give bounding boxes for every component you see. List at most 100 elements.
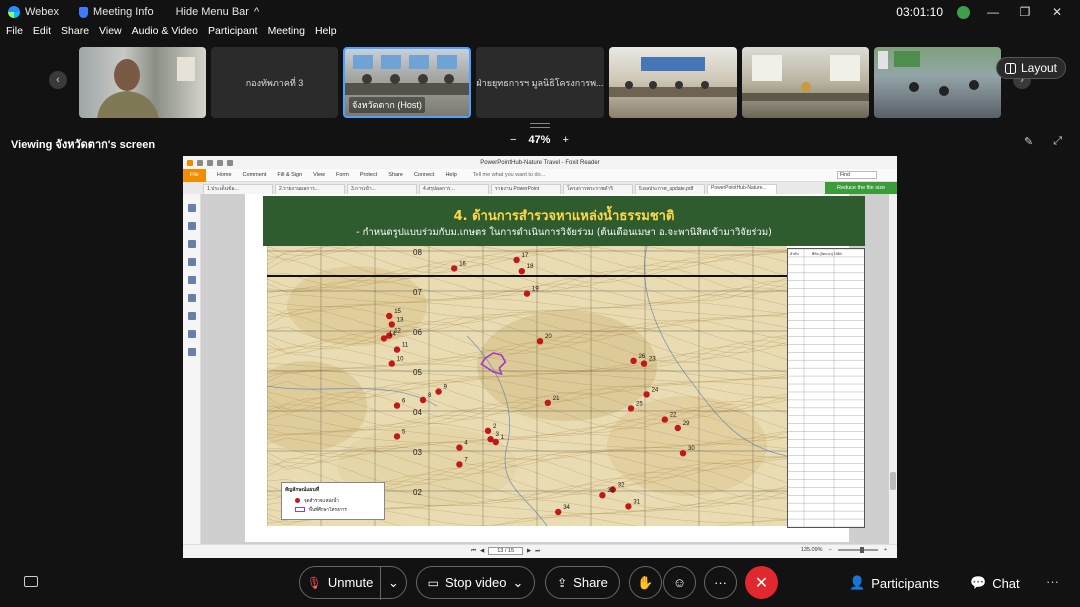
hide-menu-bar-button[interactable]: Hide Menu Bar ^ (176, 6, 260, 18)
survey-point (456, 444, 463, 451)
reactions-button[interactable]: ☺ (663, 566, 696, 599)
layout-icon (1004, 62, 1016, 74)
menu-meeting[interactable]: Meeting (268, 25, 305, 43)
unmute-button[interactable]: 🎙 Unmute ⌄ (299, 566, 407, 600)
hand-tool-icon[interactable] (187, 204, 196, 212)
reduce-file-size-button[interactable]: Reduce the file size (825, 182, 897, 194)
scroll-thumb[interactable] (890, 472, 896, 490)
zoom-in-icon[interactable]: + (884, 547, 887, 553)
ribbon-file[interactable]: File (183, 168, 206, 182)
menu-view[interactable]: View (99, 25, 122, 43)
table-grid: ลำดับ พิกัด (จัดแนว) 1984 (788, 248, 864, 528)
comments-icon[interactable] (187, 276, 196, 284)
ribbon-fill-sign[interactable]: Fill & Sign (277, 172, 302, 178)
share-button[interactable]: ⇪ Share (545, 566, 620, 599)
zoom-out-icon[interactable]: − (829, 547, 832, 553)
bookmark-icon[interactable] (187, 222, 196, 230)
zoom-in-button[interactable]: + (562, 134, 568, 146)
participant-tile-7[interactable] (874, 47, 1001, 118)
menu-bar: File Edit Share View Audio & Video Parti… (0, 25, 341, 43)
title-bar: Webex Meeting Info Hide Menu Bar ^ 03:01… (0, 0, 1080, 24)
survey-point (388, 360, 395, 367)
video-feed (742, 47, 869, 118)
end-call-button[interactable]: ✕ (745, 566, 778, 599)
annotate-icon[interactable]: ✎ (1024, 135, 1033, 148)
strip-prev-button[interactable]: ‹ (49, 71, 67, 89)
last-page-icon[interactable]: ⏭ (535, 548, 540, 555)
webex-app[interactable]: Webex (8, 6, 59, 18)
find-input[interactable]: Find (837, 171, 877, 179)
menu-participant[interactable]: Participant (208, 25, 258, 43)
ribbon-help[interactable]: Help (445, 172, 456, 178)
meeting-info-button[interactable]: Meeting Info (79, 6, 154, 18)
chat-button[interactable]: 💬 Chat (970, 575, 1020, 591)
prev-page-icon[interactable]: ◀ (480, 548, 484, 554)
survey-point-label: 24 (652, 387, 659, 393)
zoom-status: 135.09% − + (801, 547, 887, 553)
participant-tile-6[interactable] (742, 47, 869, 118)
menu-edit[interactable]: Edit (33, 25, 51, 43)
survey-point-label: 26 (639, 354, 646, 360)
shield-check-icon[interactable] (957, 5, 970, 19)
participant-tile-2[interactable]: กองทัพภาคที่ 3 (211, 47, 338, 118)
menu-audio-video[interactable]: Audio & Video (132, 25, 198, 43)
signature-icon[interactable] (187, 312, 196, 320)
fullscreen-icon[interactable]: ⤢ (1053, 135, 1062, 148)
video-strip: ‹ กองทัพภาคที่ 3 จังหวัดตาก (Host) ฝ่ายย… (0, 45, 1080, 120)
office-room-graphic (742, 55, 869, 101)
lock-icon[interactable] (187, 330, 196, 338)
doc-tab-3[interactable]: 3.การเข้า... (347, 184, 417, 194)
layers-icon[interactable] (187, 258, 196, 266)
tell-me-input[interactable]: Tell me what you want to do... (473, 172, 545, 178)
menu-share[interactable]: Share (61, 25, 89, 43)
stop-video-button[interactable]: ▭ Stop video ⌄ (416, 566, 535, 599)
ribbon-home[interactable]: Home (217, 172, 232, 178)
ribbon-protect[interactable]: Protect (360, 172, 377, 178)
raise-hand-button[interactable]: ✋ (629, 566, 662, 599)
attachment-icon[interactable] (187, 294, 196, 302)
more-options-button[interactable]: ··· (704, 566, 737, 599)
drag-handle-icon[interactable] (530, 123, 550, 128)
ribbon-comment[interactable]: Comment (243, 172, 267, 178)
document-area[interactable]: 4. ด้านการสำรวจหาแหล่งน้ำธรรมชาติ - กำหน… (201, 194, 889, 544)
zoom-out-button[interactable]: − (510, 134, 516, 146)
first-page-icon[interactable]: ⏮ (471, 548, 476, 555)
operations-room-graphic (878, 51, 979, 96)
doc-tab-active[interactable]: PowerPointHub-Nature... (707, 184, 777, 194)
ribbon-share[interactable]: Share (388, 172, 403, 178)
zoom-slider[interactable] (837, 547, 878, 553)
menu-file[interactable]: File (6, 25, 23, 43)
doc-tab-2[interactable]: 2.รายงานผลการ... (275, 184, 345, 194)
close-button[interactable]: ✕ (1048, 5, 1066, 19)
doc-tab-5[interactable]: รายงาน PowerPoint (491, 184, 561, 194)
participant-tile-host[interactable]: จังหวัดตาก (Host) (343, 47, 471, 118)
document-scrollbar[interactable] (889, 194, 897, 544)
ribbon-view[interactable]: View (313, 172, 325, 178)
chevron-down-icon[interactable]: ⌄ (512, 575, 523, 591)
slide-subtitle: - กำหนดรูปแบบร่วมกับม.เกษตร ในการดำเนินก… (356, 227, 772, 238)
close-icon: ✕ (754, 574, 769, 592)
shared-screen[interactable]: PowerPointHub-Nature Travel - Foxit Read… (183, 156, 897, 558)
layout-button[interactable]: Layout (996, 57, 1066, 79)
ribbon-form[interactable]: Form (336, 172, 349, 178)
doc-tab-4[interactable]: 4.สรุปผลการ... (419, 184, 489, 194)
participant-tile-4[interactable]: ฝ่ายยุทธการฯ มูลนิธิโครงการพ... (476, 47, 604, 118)
doc-tab-1[interactable]: 1.ประเด็นข้อ... (203, 184, 273, 194)
participant-tile-5[interactable] (609, 47, 737, 118)
participant-tile-1[interactable] (79, 47, 206, 118)
minimize-button[interactable]: — (984, 5, 1002, 19)
page-number-input[interactable]: 13 / 15 (488, 547, 524, 555)
more-panels-icon[interactable]: ··· (1046, 574, 1059, 589)
tools-icon[interactable] (187, 348, 196, 356)
captions-icon[interactable] (24, 576, 38, 587)
chevron-down-icon[interactable]: ⌄ (388, 575, 399, 591)
menu-help[interactable]: Help (315, 25, 337, 43)
map-legend: สัญลักษณ์แผนที่ จุดสำรวจแหล่งน้ำ พื้นที่… (281, 482, 385, 520)
doc-tab-7[interactable]: 5.ผลประกาศ_update.pdf (635, 184, 705, 194)
pages-icon[interactable] (187, 240, 196, 248)
next-page-icon[interactable]: ▶ (527, 548, 531, 554)
ribbon-connect[interactable]: Connect (414, 172, 435, 178)
doc-tab-6[interactable]: โครงการพระราชดำริ (563, 184, 633, 194)
participants-button[interactable]: 👤 Participants (849, 575, 939, 591)
restore-button[interactable]: ❐ (1016, 5, 1034, 19)
